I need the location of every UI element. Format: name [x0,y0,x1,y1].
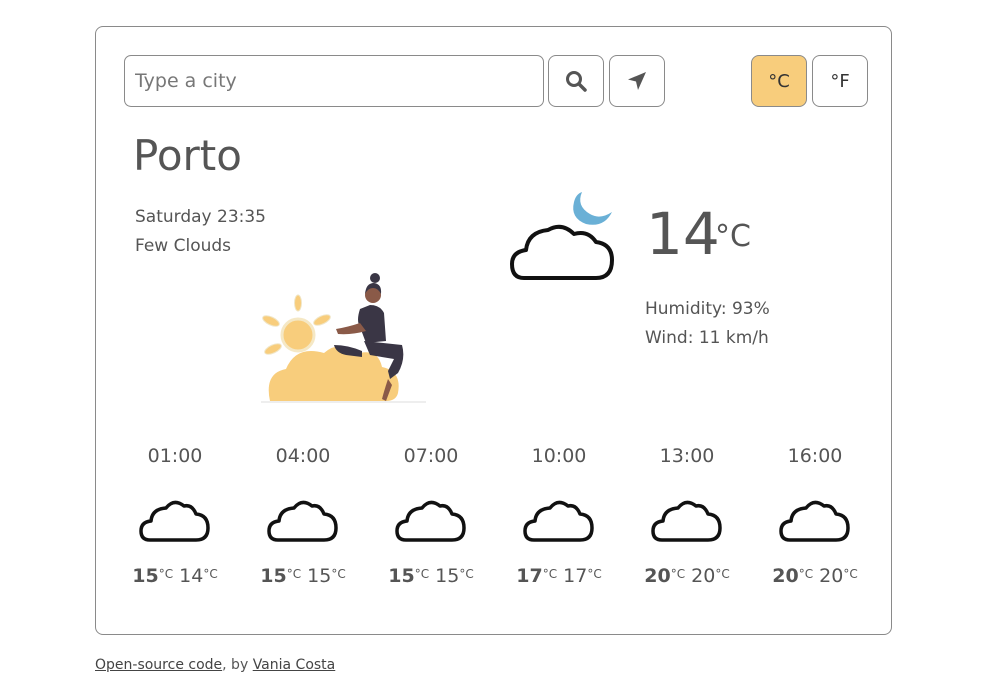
forecast-time: 04:00 [275,445,331,467]
forecast-min-unit: °C [843,567,858,581]
weather-card: °C °F Porto Saturday 23:35 Few Clouds 14… [95,26,892,635]
cloud-moon-icon [510,192,614,280]
current-temperature: 14 [646,200,720,268]
forecast-time: 13:00 [659,445,715,467]
city-name: Porto [133,131,242,180]
forecast-item: 07:00 15°C 15°C [367,445,495,587]
current-datetime: Saturday 23:35 [135,207,267,227]
search-button[interactable] [548,55,604,107]
forecast-item: 10:00 17°C 17°C [495,445,623,587]
forecast-max-unit: °C [158,567,174,581]
cloud-icon [523,500,594,542]
forecast-min-temp: 17 [563,565,588,587]
forecast-max-unit: °C [670,567,686,581]
forecast-temps: 15°C 14°C [132,565,217,587]
forecast-min-temp: 20 [819,565,844,587]
wind-text: Wind: 11 km/h [645,328,769,348]
forecast-time: 16:00 [787,445,843,467]
forecast-temps: 15°C 15°C [260,565,345,587]
forecast-temps: 20°C 20°C [772,565,857,587]
forecast-time: 10:00 [531,445,587,467]
humidity-text: Humidity: 93% [645,299,770,319]
forecast-max-unit: °C [414,567,430,581]
forecast-min-unit: °C [203,567,218,581]
cloud-icon [779,500,850,542]
forecast-max-temp: 20 [772,565,799,587]
city-search-input[interactable] [124,55,544,107]
forecast-max-temp: 20 [644,565,671,587]
current-location-button[interactable] [609,55,665,107]
cloud-icon [395,500,466,542]
forecast-min-unit: °C [587,567,602,581]
cloud-icon [267,500,338,542]
forecast-temps: 15°C 15°C [388,565,473,587]
location-arrow-icon [628,72,646,90]
forecast-item: 01:00 15°C 14°C [111,445,239,587]
forecast-max-temp: 15 [132,565,159,587]
forecast-max-unit: °C [542,567,558,581]
search-icon [566,71,587,92]
forecast-max-unit: °C [798,567,814,581]
woman-on-cloud-illustration [261,273,426,403]
hourly-forecast: 01:00 15°C 14°C 04:00 15°C 15°C 07:00 15… [111,445,879,587]
celsius-button[interactable]: °C [751,55,807,107]
forecast-item: 13:00 20°C 20°C [623,445,751,587]
forecast-item: 16:00 20°C 20°C [751,445,879,587]
forecast-min-unit: °C [715,567,730,581]
forecast-min-temp: 14 [179,565,204,587]
forecast-min-unit: °C [459,567,474,581]
forecast-min-temp: 15 [307,565,332,587]
forecast-max-temp: 15 [388,565,415,587]
forecast-temps: 17°C 17°C [516,565,601,587]
footer: Open-source code, by Vania Costa [95,657,335,673]
forecast-max-temp: 17 [516,565,543,587]
open-source-link[interactable]: Open-source code [95,657,222,673]
forecast-time: 01:00 [147,445,203,467]
forecast-min-temp: 20 [691,565,716,587]
weather-description: Few Clouds [135,236,232,256]
forecast-max-temp: 15 [260,565,287,587]
footer-by-text: , by [222,657,253,673]
fahrenheit-button[interactable]: °F [812,55,868,107]
forecast-time: 07:00 [403,445,459,467]
forecast-min-unit: °C [331,567,346,581]
forecast-min-temp: 15 [435,565,460,587]
current-temperature-unit: °C [715,219,751,254]
cloud-icon [139,500,210,542]
forecast-max-unit: °C [286,567,302,581]
forecast-item: 04:00 15°C 15°C [239,445,367,587]
cloud-icon [651,500,722,542]
author-link[interactable]: Vania Costa [253,657,336,673]
forecast-temps: 20°C 20°C [644,565,729,587]
